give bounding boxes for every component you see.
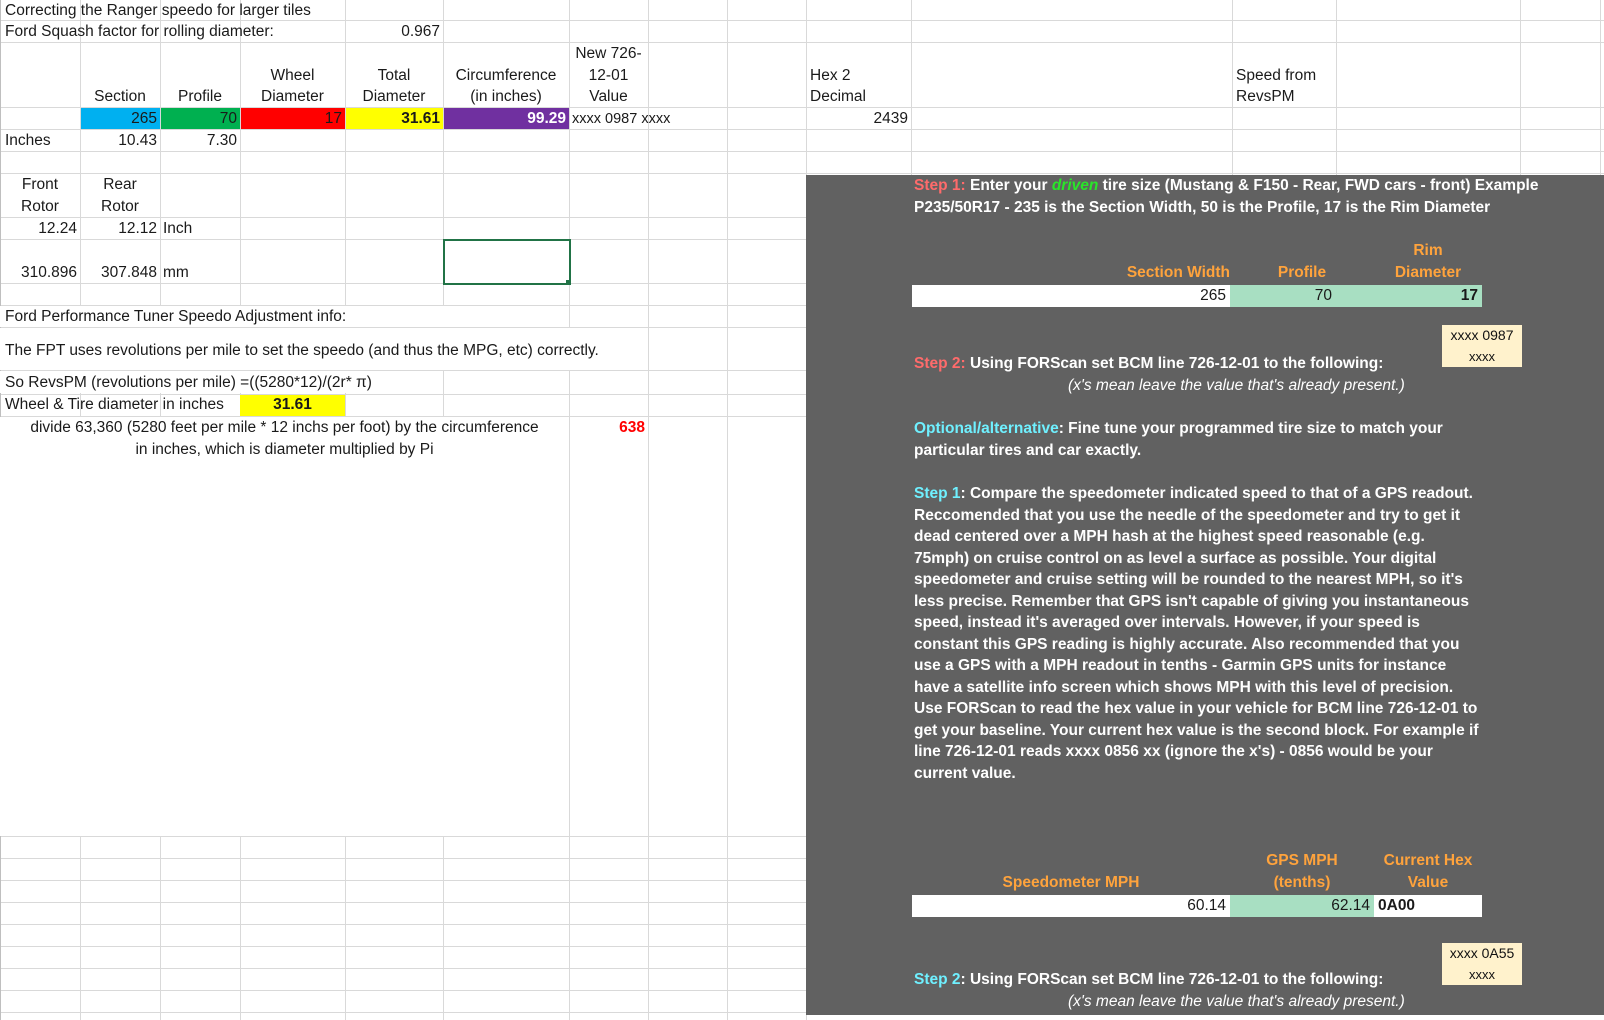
instructions-panel: Step 1: Enter your driven tire size (Mus… <box>806 175 1604 1015</box>
front-rotor-inch[interactable]: 12.24 <box>0 218 77 240</box>
hdr-wheel-2: Diameter <box>261 88 324 105</box>
hdr-circ-2: (in inches) <box>470 88 542 105</box>
hdr-rim-1: Rim <box>1413 242 1443 259</box>
hdr-new-3: Value <box>589 88 628 105</box>
mm-unit[interactable]: mm <box>163 262 189 284</box>
hdr-gps-1: GPS MPH <box>1266 852 1338 869</box>
wheel-tire-label[interactable]: Wheel & Tire diameter in inches <box>5 394 224 416</box>
circumference-value[interactable]: 99.29 <box>443 108 566 130</box>
input-gps-mph[interactable]: 62.14 <box>1230 895 1370 917</box>
optional-text: : Fine tune your programmed tire size to… <box>1058 420 1443 437</box>
inches-section[interactable]: 10.43 <box>80 130 157 152</box>
input-profile[interactable]: 70 <box>1230 285 1332 307</box>
hdr-hex-2: Decimal <box>810 88 866 105</box>
hdr-new-2: 12-01 <box>588 67 629 84</box>
new-value[interactable]: xxxx 0987 xxxx <box>572 108 670 130</box>
input-rim-diameter[interactable]: 17 <box>1374 285 1478 307</box>
alt-step2-note: (x's mean leave the value that's already… <box>1068 993 1405 1010</box>
squash-label[interactable]: Ford Squash factor for rolling diameter: <box>5 21 274 43</box>
hex-decimal-value[interactable]: 2439 <box>806 108 908 130</box>
input-speedometer-mph[interactable]: 60.14 <box>912 895 1226 917</box>
fill-handle[interactable] <box>566 280 571 285</box>
hdr-section-width: Section Width <box>1126 264 1230 281</box>
alt-step1-label: Step 1 <box>914 485 961 502</box>
active-cell[interactable] <box>443 239 571 285</box>
input-current-hex[interactable]: 0A00 <box>1378 895 1415 917</box>
hdr-total-2: Diameter <box>362 88 426 105</box>
optional-label: Optional/alternative <box>914 420 1059 437</box>
step1-text-b: tire size (Mustang & F150 - Rear, FWD ca… <box>1098 177 1539 194</box>
step1-label: Step 1: <box>914 177 966 194</box>
divide-line-1[interactable]: divide 63,360 (5280 feet per mile * 12 i… <box>0 417 569 439</box>
step2-label: Step 2: <box>914 355 966 372</box>
inches-label[interactable]: Inches <box>5 130 51 152</box>
hdr-hex-2: Value <box>1407 874 1449 891</box>
wheel-tire-value[interactable]: 31.61 <box>240 394 345 416</box>
hdr-profile: Profile <box>178 88 222 105</box>
step1-driven: driven <box>1051 177 1099 194</box>
divide-line-2[interactable]: in inches, which is diameter multiplied … <box>0 439 569 461</box>
step2-note: (x's mean leave the value that's already… <box>1068 377 1405 394</box>
inch-unit[interactable]: Inch <box>163 218 192 240</box>
fpt-description[interactable]: The FPT uses revolutions per mile to set… <box>5 340 599 362</box>
hdr-section: Section <box>94 88 146 105</box>
front-rotor-hdr-1: Front <box>21 176 59 193</box>
step1-line2: P235/50R17 - 235 is the Section Width, 5… <box>914 199 1491 216</box>
hdr-speed-1: Speed from <box>1236 67 1317 84</box>
front-rotor-mm[interactable]: 310.896 <box>0 262 77 284</box>
hdr-circ-1: Circumference <box>455 67 557 84</box>
rear-rotor-hdr-1: Rear <box>103 176 137 193</box>
squash-value[interactable]: 0.967 <box>345 21 440 43</box>
hdr-hex-1: Hex 2 <box>810 67 851 84</box>
input-section-width[interactable]: 265 <box>912 285 1226 307</box>
step2-text: Using FORScan set BCM line 726-12-01 to … <box>965 355 1384 372</box>
result-box-1[interactable]: xxxx 0987 xxxx <box>1442 325 1522 367</box>
hdr-speedometer: Speedometer MPH <box>1002 874 1140 891</box>
revspm-value[interactable]: 638 <box>569 417 645 439</box>
alt-step2-text: : Using FORScan set BCM line 726-12-01 t… <box>960 971 1384 988</box>
optional-line2: particular tires and car exactly. <box>914 442 1142 459</box>
revspm-formula[interactable]: So RevsPM (revolutions per mile) =((5280… <box>5 372 372 394</box>
hdr-rim-2: Diameter <box>1394 264 1462 281</box>
sheet-title[interactable]: Correcting the Ranger speedo for larger … <box>5 0 311 22</box>
front-rotor-hdr-2: Rotor <box>21 198 59 215</box>
hdr-hex-1: Current Hex <box>1383 852 1473 869</box>
wheel-value[interactable]: 17 <box>240 108 342 130</box>
hdr-gps-2: (tenths) <box>1273 874 1331 891</box>
step1-text-a: Enter your <box>965 177 1052 194</box>
hdr-profile-panel: Profile <box>1277 264 1327 281</box>
hdr-wheel-1: Wheel <box>270 67 315 84</box>
profile-value[interactable]: 70 <box>160 108 237 130</box>
hdr-new-1: New 726- <box>575 45 642 62</box>
rear-rotor-mm[interactable]: 307.848 <box>80 262 157 284</box>
hdr-speed-2: RevsPM <box>1236 88 1295 105</box>
rear-rotor-inch[interactable]: 12.12 <box>80 218 157 240</box>
rear-rotor-hdr-2: Rotor <box>101 198 139 215</box>
result-box-2[interactable]: xxxx 0A55 xxxx <box>1442 943 1522 985</box>
section-value[interactable]: 265 <box>80 108 157 130</box>
total-diameter-value[interactable]: 31.61 <box>345 108 440 130</box>
hdr-total-1: Total <box>377 67 411 84</box>
alt-step2-label: Step 2 <box>914 971 961 988</box>
fpt-title[interactable]: Ford Performance Tuner Speedo Adjustment… <box>5 306 346 328</box>
inches-profile[interactable]: 7.30 <box>160 130 237 152</box>
